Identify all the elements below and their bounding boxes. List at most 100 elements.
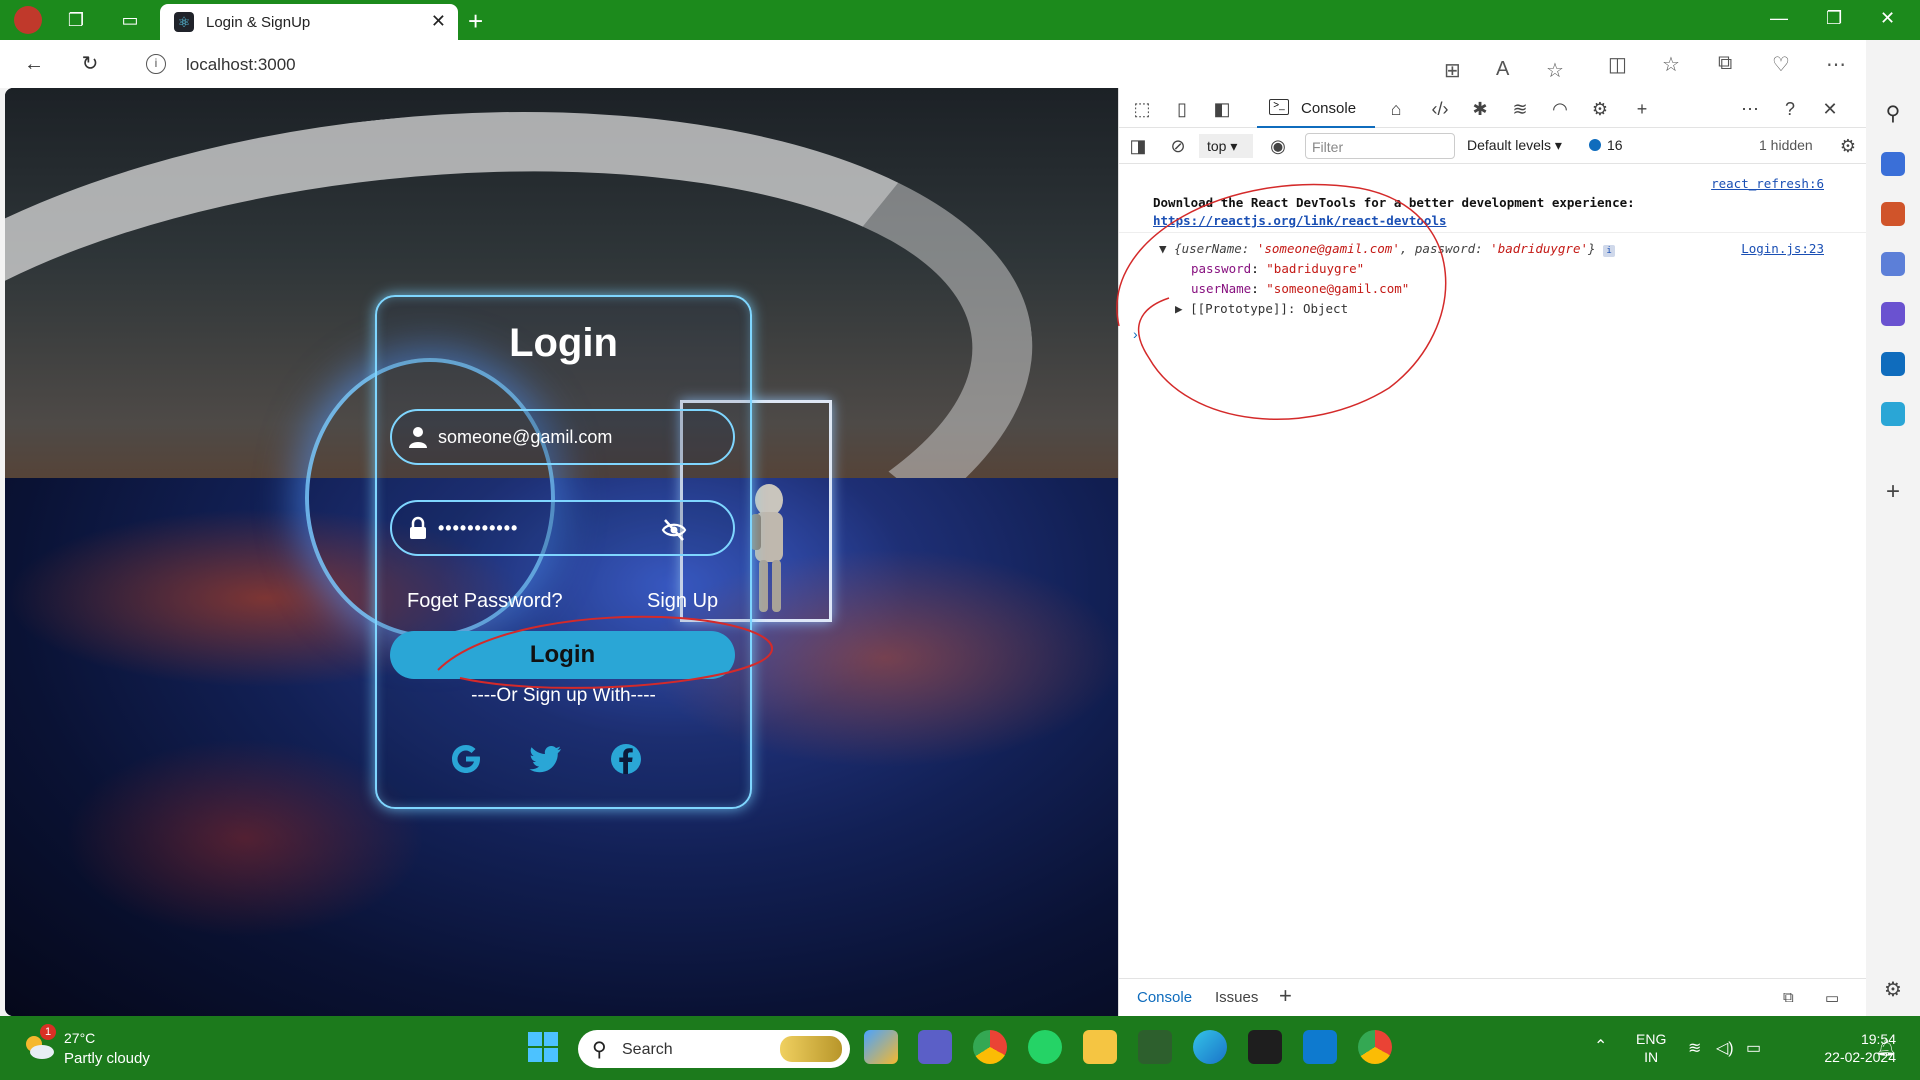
address-bar[interactable]: i localhost:3000 ⊞ A ☆ xyxy=(126,46,1586,82)
settings-more-icon[interactable]: ⋯ xyxy=(1826,52,1846,77)
tab-actions-icon[interactable]: ▭ xyxy=(118,8,142,32)
sources-bug-icon[interactable]: ✱ xyxy=(1469,98,1491,120)
eye-slash-icon[interactable] xyxy=(661,517,687,543)
url-text[interactable]: localhost:3000 xyxy=(186,55,296,75)
weather-alert-badge: 1 xyxy=(40,1024,56,1040)
lock-icon xyxy=(410,516,426,539)
dock-side-icon[interactable]: ◧ xyxy=(1211,98,1233,120)
vscode-icon[interactable] xyxy=(1303,1030,1337,1064)
google-icon[interactable] xyxy=(447,740,485,778)
close-window-button[interactable]: ✕ xyxy=(1880,8,1895,29)
performance-icon[interactable]: ◠ xyxy=(1549,98,1571,120)
twitter-icon[interactable] xyxy=(527,740,565,778)
shopping-icon[interactable] xyxy=(1881,152,1905,176)
message-count-badge[interactable]: 16 xyxy=(1589,137,1623,153)
app-available-icon[interactable]: ⊞ xyxy=(1444,58,1461,83)
notification-bell-icon[interactable]: 🔔︎ xyxy=(1876,1038,1896,1058)
favorite-star-icon[interactable]: ☆ xyxy=(1546,58,1564,83)
console-toolbar: ◨ ⊘ top ▾ ◉ Filter Default levels ▾ 16 1… xyxy=(1119,128,1867,164)
windows-start-icon[interactable] xyxy=(526,1030,560,1064)
drawer-collapse-icon[interactable]: ▭ xyxy=(1825,989,1839,1007)
react-favicon-icon: ⚛ xyxy=(174,12,194,32)
browser-essentials-icon[interactable]: ♡ xyxy=(1772,52,1790,77)
elements-code-icon[interactable]: ‹/› xyxy=(1429,98,1451,120)
profile-avatar[interactable] xyxy=(14,6,42,34)
console-settings-gear-icon[interactable]: ⚙ xyxy=(1837,135,1859,157)
network-wifi-icon[interactable]: ≋ xyxy=(1509,98,1531,120)
drop-icon[interactable] xyxy=(1881,402,1905,426)
wifi-icon[interactable]: ≋ xyxy=(1688,1038,1701,1058)
inspect-element-icon[interactable]: ⬚ xyxy=(1131,98,1153,120)
microsoft365-icon[interactable] xyxy=(1881,302,1905,326)
browser-tab-active[interactable]: ⚛ Login & SignUp ✕ xyxy=(160,4,458,40)
terminal-icon[interactable] xyxy=(1248,1030,1282,1064)
volume-icon[interactable]: ◁) xyxy=(1716,1038,1734,1058)
live-expression-eye-icon[interactable]: ◉ xyxy=(1267,135,1289,157)
help-icon[interactable]: ? xyxy=(1779,98,1801,120)
clear-console-icon[interactable]: ⊘ xyxy=(1167,135,1189,157)
copilot-app-icon[interactable] xyxy=(864,1030,898,1064)
username-field[interactable]: someone@gamil.com xyxy=(390,409,735,465)
restore-button[interactable]: ❐ xyxy=(1826,8,1842,29)
tab-console[interactable]: >_ Console xyxy=(1257,88,1375,128)
weather-temperature[interactable]: 27°C xyxy=(64,1030,95,1046)
add-sidebar-app-icon[interactable]: + xyxy=(1881,480,1905,504)
add-tool-icon[interactable]: + xyxy=(1631,98,1653,120)
close-devtools-icon[interactable]: ✕ xyxy=(1819,98,1841,120)
battery-icon[interactable]: ▭ xyxy=(1746,1038,1761,1058)
more-options-icon[interactable]: ⋯ xyxy=(1739,98,1761,120)
password-value[interactable]: ••••••••••• xyxy=(438,518,518,539)
weather-condition[interactable]: Partly cloudy xyxy=(64,1050,150,1067)
edge-icon[interactable] xyxy=(1193,1030,1227,1064)
username-value[interactable]: someone@gamil.com xyxy=(438,427,612,448)
language-indicator[interactable]: ENG IN xyxy=(1636,1030,1666,1066)
info-badge-icon[interactable]: i xyxy=(1603,245,1616,257)
password-field[interactable]: ••••••••••• xyxy=(390,500,735,556)
favorites-icon[interactable]: ☆ xyxy=(1662,52,1680,77)
outlook-icon[interactable] xyxy=(1881,352,1905,376)
back-arrow-icon[interactable]: ← xyxy=(22,52,46,76)
login-title: Login xyxy=(509,321,618,365)
page-viewport: Login someone@gamil.com ••••••••••• Foge… xyxy=(5,88,1118,1016)
welcome-home-icon[interactable]: ⌂ xyxy=(1385,98,1407,120)
chrome-icon[interactable] xyxy=(973,1030,1007,1064)
edge-sidebar: ⚲ + ⚙ xyxy=(1866,40,1920,1016)
drawer-tab-issues[interactable]: Issues xyxy=(1215,989,1258,1006)
teams-icon[interactable] xyxy=(918,1030,952,1064)
drawer-tab-console[interactable]: Console xyxy=(1137,989,1192,1006)
drawer-add-tab-icon[interactable]: + xyxy=(1279,983,1292,1009)
file-explorer-icon[interactable] xyxy=(1083,1030,1117,1064)
workspaces-icon[interactable]: ❐ xyxy=(64,8,88,32)
games-icon[interactable] xyxy=(1881,252,1905,276)
message-source-link[interactable]: react_refresh:6 xyxy=(1711,176,1824,191)
drawer-undock-icon[interactable]: ⧉ xyxy=(1783,989,1794,1006)
tray-chevron-up-icon[interactable]: ⌃ xyxy=(1594,1036,1607,1056)
devtools-main-toolbar: ⬚ ▯ ◧ >_ Console ⌂ ‹/› ✱ ≋ ◠ ⚙ + ⋯ ? ✕ xyxy=(1119,88,1867,128)
filter-input[interactable]: Filter xyxy=(1305,133,1455,159)
tools-icon[interactable] xyxy=(1881,202,1905,226)
context-select[interactable]: top ▾ xyxy=(1199,134,1253,158)
search-icon[interactable]: ⚲ xyxy=(1881,102,1905,126)
read-aloud-icon[interactable]: A xyxy=(1496,58,1509,81)
login-card: Login someone@gamil.com ••••••••••• Foge… xyxy=(375,295,752,809)
split-screen-icon[interactable]: ◫ xyxy=(1608,52,1627,77)
whatsapp-icon[interactable] xyxy=(1028,1030,1062,1064)
devtools-panel: ⬚ ▯ ◧ >_ Console ⌂ ‹/› ✱ ≋ ◠ ⚙ + ⋯ ? ✕ ◨… xyxy=(1116,88,1867,1016)
minimize-button[interactable]: — xyxy=(1770,8,1788,29)
memory-gear-icon[interactable]: ⚙ xyxy=(1589,98,1611,120)
sidebar-settings-gear-icon[interactable]: ⚙ xyxy=(1881,978,1905,1002)
collections-icon[interactable]: ⧉ xyxy=(1718,52,1732,75)
git-tool-icon[interactable] xyxy=(1138,1030,1172,1064)
tab-close-icon[interactable]: ✕ xyxy=(431,11,446,32)
site-info-icon[interactable]: i xyxy=(146,54,166,74)
red-annotation-ellipse xyxy=(437,615,773,689)
log-levels-select[interactable]: Default levels ▾ xyxy=(1467,137,1562,154)
new-tab-button[interactable]: + xyxy=(468,6,483,37)
facebook-icon[interactable] xyxy=(607,740,645,778)
sidebar-toggle-icon[interactable]: ◨ xyxy=(1127,135,1149,157)
chrome-icon[interactable] xyxy=(1358,1030,1392,1064)
taskbar-search-box[interactable]: ⚲ Search xyxy=(578,1030,850,1068)
device-emulation-icon[interactable]: ▯ xyxy=(1171,98,1193,120)
refresh-icon[interactable]: ↻ xyxy=(78,52,102,76)
object-source-link[interactable]: Login.js:23 xyxy=(1741,241,1824,256)
